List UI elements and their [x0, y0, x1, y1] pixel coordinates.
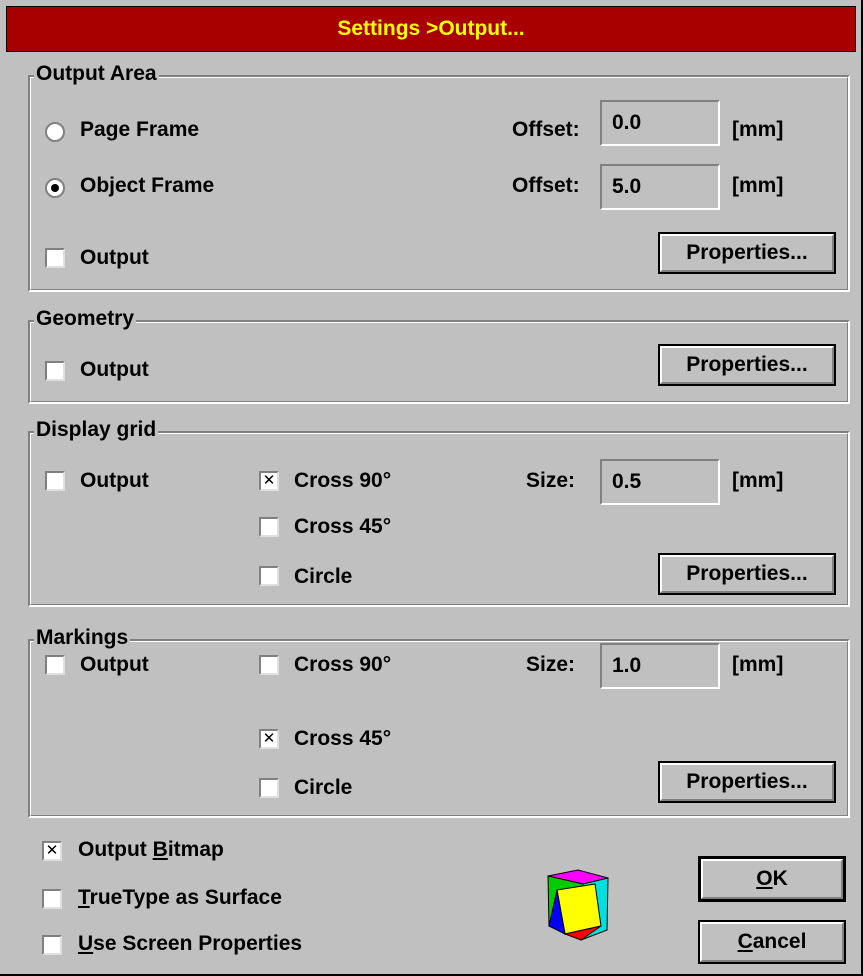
object-frame-radio[interactable]	[45, 178, 65, 198]
output-area-properties-button[interactable]: Properties...	[658, 232, 836, 274]
ok-suffix: K	[772, 867, 788, 890]
display-grid-circle-label[interactable]: Circle	[294, 563, 352, 591]
display-grid-cross45-checkbox[interactable]	[259, 517, 279, 537]
offset2-label: Offset:	[512, 174, 580, 197]
markings-cross45-check-mark: ✕	[262, 730, 276, 747]
output-bitmap-check-mark: ✕	[45, 842, 59, 859]
markings-properties-label: Properties...	[686, 770, 808, 793]
display-grid-label: Display grid	[34, 416, 159, 444]
ok-button[interactable]: OK	[698, 856, 846, 902]
object-frame-radio-dot	[51, 184, 59, 192]
output-bitmap-suffix: itmap	[167, 838, 224, 861]
screen-properties-hotkey: U	[78, 932, 94, 955]
output-area-group: Output Area Page Frame Object Frame Offs…	[28, 60, 850, 292]
geometry-output-label[interactable]: Output	[80, 356, 149, 384]
display-grid-cross45-label[interactable]: Cross 45°	[294, 513, 391, 541]
cancel-suffix: ancel	[752, 930, 807, 953]
display-grid-properties-button[interactable]: Properties...	[658, 553, 836, 595]
output-bitmap-checkbox[interactable]: ✕	[42, 841, 62, 861]
geometry-properties-label: Properties...	[686, 353, 808, 376]
display-grid-cross90-label[interactable]: Cross 90°	[294, 467, 391, 495]
markings-output-label[interactable]: Output	[80, 651, 149, 679]
truetype-suffix: rueType as Surface	[89, 886, 282, 909]
title-bar[interactable]: Settings >Output...	[6, 6, 856, 52]
cancel-hotkey: C	[737, 930, 753, 953]
display-grid-cross90-checkbox[interactable]: ✕	[259, 471, 279, 491]
geometry-output-checkbox[interactable]	[45, 361, 65, 381]
markings-cross45-label[interactable]: Cross 45°	[294, 725, 391, 753]
display-grid-size-field[interactable]	[600, 459, 720, 505]
markings-size-unit: [mm]	[732, 653, 784, 676]
display-grid-group: Display grid Output ✕ Cross 90° Cross 45…	[28, 416, 850, 607]
page-frame-label[interactable]: Page Frame	[80, 116, 199, 144]
page-frame-radio[interactable]	[45, 122, 65, 142]
offset2-unit: [mm]	[732, 174, 784, 197]
markings-size-label: Size:	[526, 653, 576, 676]
output-area-output-checkbox[interactable]	[45, 248, 65, 268]
truetype-checkbox[interactable]	[42, 889, 62, 909]
markings-properties-button[interactable]: Properties...	[658, 761, 836, 803]
cancel-button-label: Cancel	[738, 930, 807, 953]
markings-circle-label[interactable]: Circle	[294, 774, 352, 802]
markings-cross90-label[interactable]: Cross 90°	[294, 651, 391, 679]
screen-properties-suffix: se Screen Properties	[93, 932, 303, 955]
display-grid-cross90-check-mark: ✕	[262, 472, 276, 489]
offset1-field[interactable]	[600, 100, 720, 146]
markings-group: Markings Output Cross 90° ✕ Cross 45° Ci…	[28, 624, 850, 818]
screen-properties-checkbox[interactable]	[42, 935, 62, 955]
markings-cross90-checkbox[interactable]	[259, 655, 279, 675]
offset1-unit: [mm]	[732, 118, 784, 141]
offset1-label: Offset:	[512, 118, 580, 141]
cancel-button[interactable]: Cancel	[698, 920, 846, 964]
offset2-field[interactable]	[600, 164, 720, 210]
output-area-label: Output Area	[34, 60, 159, 88]
dialog-title: Settings >Output...	[337, 17, 525, 40]
geometry-group: Geometry Output Properties...	[28, 305, 850, 404]
display-grid-circle-checkbox[interactable]	[259, 566, 279, 586]
truetype-label[interactable]: TrueType as Surface	[78, 884, 282, 912]
screen-properties-label[interactable]: Use Screen Properties	[78, 930, 302, 958]
ok-hotkey: O	[756, 867, 773, 890]
markings-output-checkbox[interactable]	[45, 655, 65, 675]
output-bitmap-prefix: Output	[78, 838, 153, 861]
display-grid-size-label: Size:	[526, 469, 576, 492]
geometry-label: Geometry	[34, 305, 137, 333]
markings-size-field[interactable]	[600, 643, 720, 689]
markings-circle-checkbox[interactable]	[259, 778, 279, 798]
output-bitmap-label[interactable]: Output Bitmap	[78, 836, 224, 864]
display-grid-output-checkbox[interactable]	[45, 471, 65, 491]
output-area-output-label[interactable]: Output	[80, 244, 149, 272]
ok-button-label: OK	[756, 867, 788, 890]
markings-label: Markings	[34, 624, 131, 652]
markings-cross45-checkbox[interactable]: ✕	[259, 729, 279, 749]
geometry-properties-button[interactable]: Properties...	[658, 344, 836, 386]
display-grid-properties-label: Properties...	[686, 562, 808, 585]
truetype-hotkey: T	[78, 886, 90, 909]
display-grid-output-label[interactable]: Output	[80, 467, 149, 495]
output-bitmap-hotkey: B	[152, 838, 168, 861]
object-frame-label[interactable]: Object Frame	[80, 172, 214, 200]
cube-icon	[547, 869, 609, 941]
output-area-properties-label: Properties...	[686, 241, 808, 264]
settings-dialog: Settings >Output... Output Area Page Fra…	[0, 0, 863, 976]
display-grid-size-unit: [mm]	[732, 469, 784, 492]
